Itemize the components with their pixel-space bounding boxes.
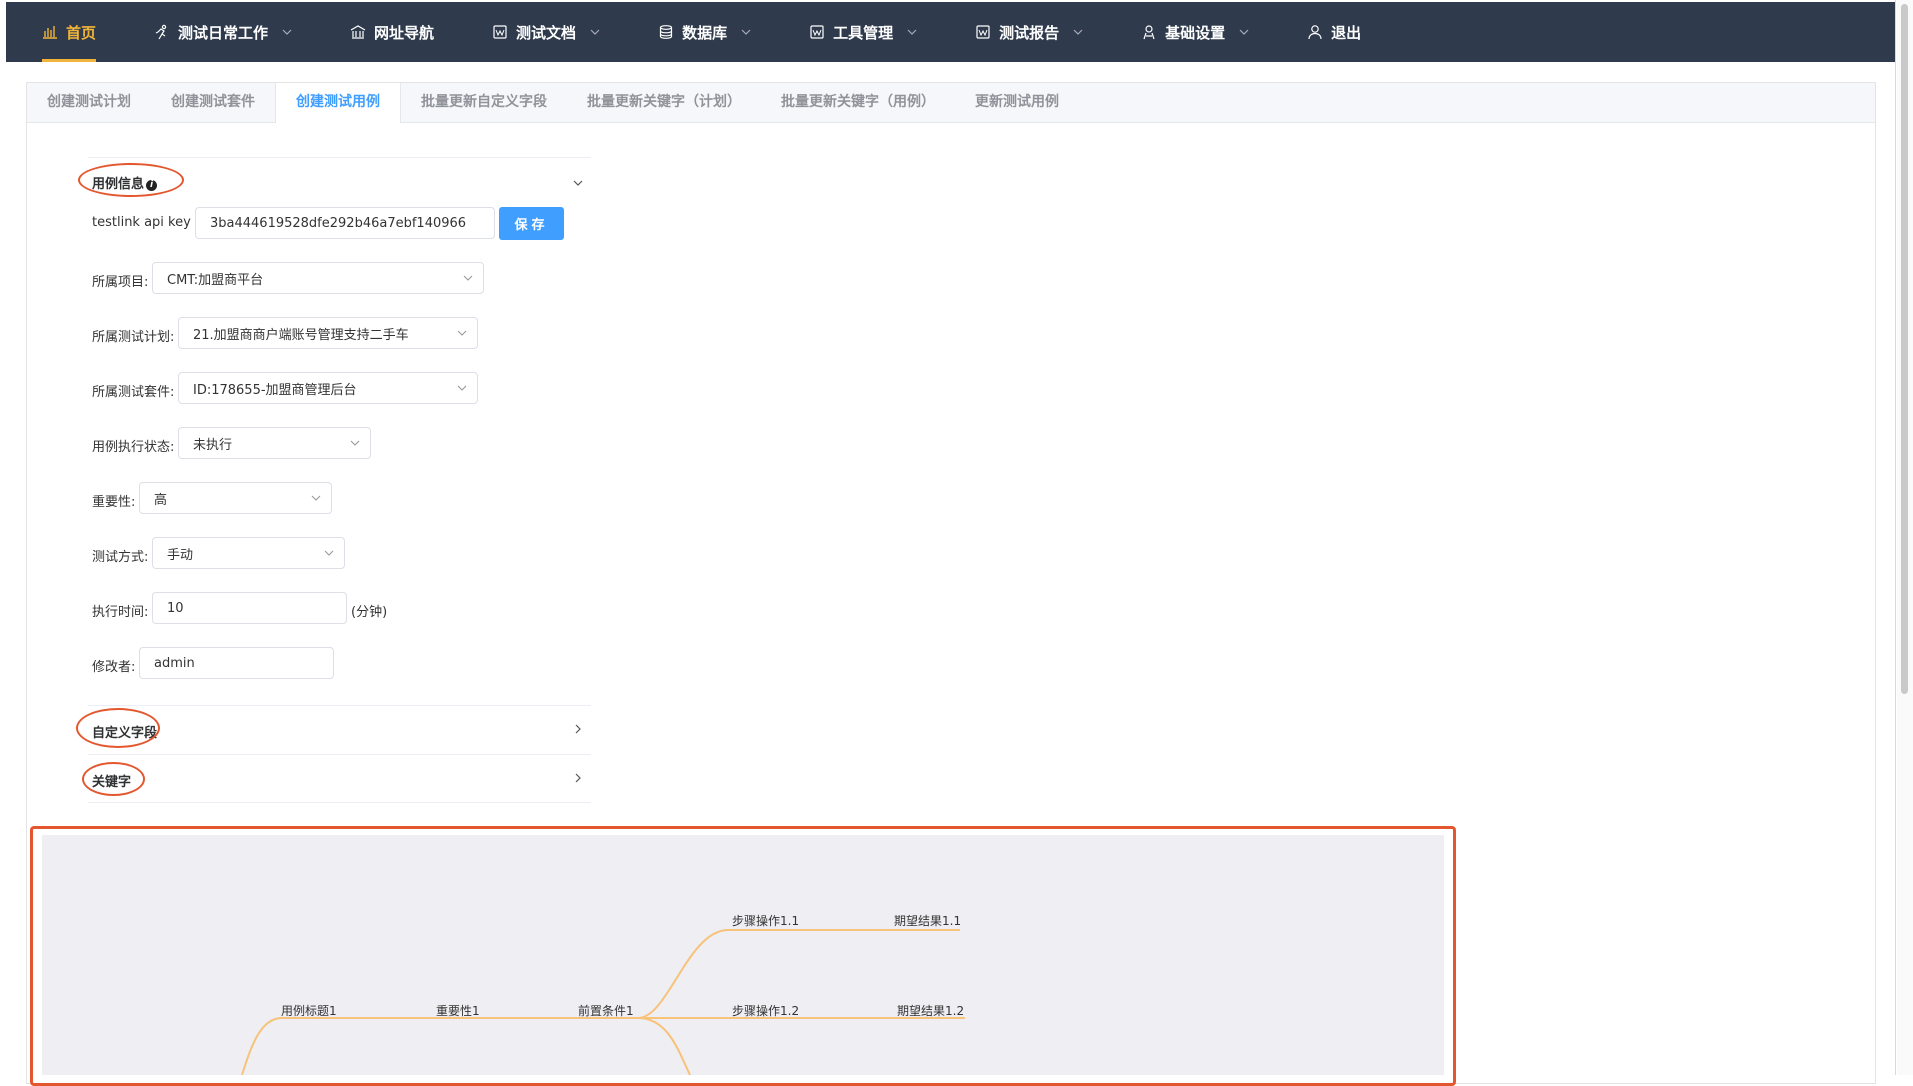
chevron-down-icon: [282, 27, 292, 37]
nav-item-base-settings[interactable]: 基础设置: [1105, 2, 1271, 62]
nav-item-label: 测试报告: [999, 23, 1060, 42]
chevron-down-icon: [350, 440, 360, 446]
bank-icon: [350, 24, 366, 40]
suite-select-value: ID:178655-加盟商管理后台: [193, 382, 357, 398]
chevron-down-icon: [590, 27, 600, 37]
section-divider: [88, 157, 591, 158]
method-select[interactable]: 手动: [152, 537, 345, 569]
chevron-down-icon: [1239, 27, 1249, 37]
chevron-right-icon[interactable]: [572, 772, 584, 784]
nav-item-home[interactable]: 首页: [6, 2, 118, 62]
save-button[interactable]: 保存: [499, 207, 564, 240]
suite-label: 所属测试套件:: [92, 385, 175, 400]
chevron-right-icon[interactable]: [572, 723, 584, 735]
tab-bar: 创建测试计划 创建测试套件 创建测试用例 批量更新自定义字段 批量更新关键字（计…: [27, 83, 1875, 123]
highlight-oval: [82, 762, 145, 796]
tab-create-case[interactable]: 创建测试用例: [275, 83, 401, 123]
tab-batch-custom-fields[interactable]: 批量更新自定义字段: [401, 83, 567, 122]
api-key-input[interactable]: 3ba444619528dfe292b46a7ebf140966: [195, 207, 495, 239]
section-divider: [88, 754, 591, 755]
method-select-value: 手动: [167, 547, 194, 563]
tab-batch-keywords-case[interactable]: 批量更新关键字（用例）: [761, 83, 955, 122]
database-icon: [658, 24, 674, 40]
document-icon: [492, 24, 508, 40]
chevron-down-icon: [907, 27, 917, 37]
time-input[interactable]: 10: [152, 592, 347, 624]
top-navbar: 首页 测试日常工作 网址导航 测试文档 数据库 工具管理 测试报告 基础设置 退…: [6, 2, 1896, 62]
nav-item-label: 数据库: [682, 23, 728, 42]
nav-item-test-docs[interactable]: 测试文档: [456, 2, 622, 62]
tab-batch-keywords-plan[interactable]: 批量更新关键字（计划）: [567, 83, 761, 122]
nav-item-url-nav[interactable]: 网址导航: [314, 2, 456, 62]
method-label: 测试方式:: [92, 550, 149, 565]
chevron-down-icon: [1073, 27, 1083, 37]
nav-item-tool-manage[interactable]: 工具管理: [773, 2, 939, 62]
highlight-oval: [76, 708, 160, 748]
tab-create-suite[interactable]: 创建测试套件: [151, 83, 275, 122]
nav-item-label: 测试文档: [516, 23, 577, 42]
tab-create-plan[interactable]: 创建测试计划: [27, 83, 151, 122]
nav-item-label: 首页: [66, 23, 97, 42]
tool-doc-icon: [809, 24, 825, 40]
chevron-down-icon[interactable]: [572, 177, 584, 189]
section-divider: [88, 705, 591, 706]
project-select[interactable]: CMT:加盟商平台: [152, 262, 484, 294]
project-select-value: CMT:加盟商平台: [167, 272, 264, 288]
bar-chart-icon: [42, 24, 58, 40]
chevron-down-icon: [457, 330, 467, 336]
highlight-oval: [78, 163, 184, 197]
nav-item-label: 测试日常工作: [178, 23, 269, 42]
modifier-input[interactable]: admin: [139, 647, 334, 679]
nav-item-label: 工具管理: [833, 23, 894, 42]
chevron-down-icon: [741, 27, 751, 37]
modifier-label: 修改者:: [92, 660, 136, 675]
suite-select[interactable]: ID:178655-加盟商管理后台: [178, 372, 478, 404]
status-select[interactable]: 未执行: [178, 427, 371, 459]
nav-item-test-report[interactable]: 测试报告: [939, 2, 1105, 62]
plan-select-value: 21.加盟商商户端账号管理支持二手车: [193, 327, 409, 343]
api-key-label: testlink api key :: [92, 215, 200, 230]
runner-icon: [154, 24, 170, 40]
chevron-down-icon: [457, 385, 467, 391]
status-label: 用例执行状态:: [92, 440, 175, 455]
chevron-down-icon: [324, 550, 334, 556]
setting-person-icon: [1141, 24, 1157, 40]
nav-item-database[interactable]: 数据库: [622, 2, 773, 62]
importance-select-value: 高: [154, 492, 168, 508]
nav-item-label: 基础设置: [1165, 23, 1226, 42]
tab-update-case[interactable]: 更新测试用例: [955, 83, 1079, 122]
mindmap-highlight-box: [30, 826, 1456, 1086]
nav-item-daily-work[interactable]: 测试日常工作: [118, 2, 314, 62]
time-label: 执行时间:: [92, 605, 149, 620]
plan-label: 所属测试计划:: [92, 330, 175, 345]
chevron-down-icon: [463, 275, 473, 281]
importance-label: 重要性:: [92, 495, 136, 510]
importance-select[interactable]: 高: [139, 482, 332, 514]
nav-item-label: 退出: [1331, 23, 1362, 42]
section-divider: [88, 802, 591, 803]
report-icon: [975, 24, 991, 40]
project-label: 所属项目:: [92, 275, 149, 290]
status-select-value: 未执行: [193, 437, 233, 453]
user-icon: [1307, 24, 1323, 40]
nav-item-logout[interactable]: 退出: [1271, 2, 1383, 62]
chevron-down-icon: [311, 495, 321, 501]
page-edge-divider: [1895, 0, 1896, 1075]
time-unit-label: (分钟): [351, 605, 388, 620]
scrollbar-thumb[interactable]: [1901, 4, 1908, 694]
nav-item-label: 网址导航: [374, 23, 435, 42]
plan-select[interactable]: 21.加盟商商户端账号管理支持二手车: [178, 317, 478, 349]
